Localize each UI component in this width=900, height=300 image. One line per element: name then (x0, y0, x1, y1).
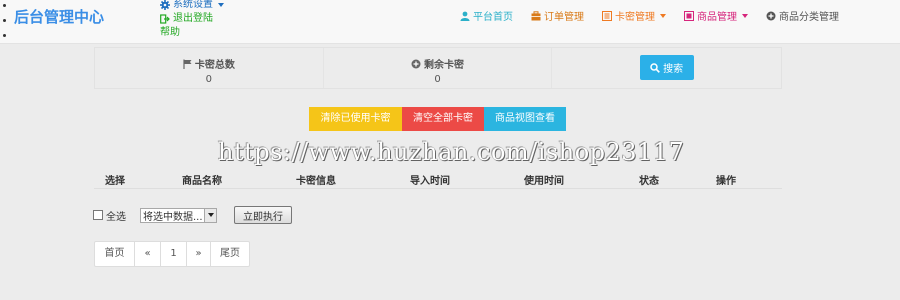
logout-link[interactable]: 退出登陆 (160, 12, 224, 26)
column-header: 使用时间 (524, 176, 564, 187)
nav-item-label: 商品分类管理 (779, 12, 839, 23)
search-button-label: 搜索 (663, 64, 684, 75)
nav-item-label: 订单管理 (544, 12, 584, 23)
plus-circle-icon (766, 11, 776, 21)
user-icon (460, 11, 470, 21)
clear-used-cards-button[interactable]: 清除已使用卡密 (309, 107, 402, 131)
briefcase-icon (531, 10, 541, 21)
top-navbar: 后台管理中心 系统设置 退出登陆 帮助 平台首页 订单管理 卡密管理 商品管理 … (0, 0, 900, 44)
nav-item-categories[interactable]: 商品分类管理 (766, 8, 839, 23)
user-menu: 系统设置 退出登陆 帮助 (160, 0, 224, 40)
product-view-button[interactable]: 商品视图查看 (484, 107, 566, 131)
bulk-actions: 全选 将选中数据... 立即执行 (93, 206, 292, 224)
list-bullets (3, 4, 6, 49)
last-page-link[interactable]: 尾页 (211, 242, 249, 266)
stat-total-label-row: 卡密总数 (95, 56, 323, 71)
prev-page-link[interactable]: « (135, 242, 161, 266)
chevron-down-icon (218, 3, 224, 7)
flag-icon (183, 59, 192, 69)
card-actions: 清除已使用卡密 清空全部卡密 商品视图查看 (309, 107, 566, 131)
select-all-checkbox[interactable] (93, 210, 103, 220)
table-header: 选择 商品名称 卡密信息 导入时间 使用时间 状态 操作 (94, 169, 782, 189)
main-nav: 平台首页 订单管理 卡密管理 商品管理 商品分类管理 (460, 8, 839, 23)
nav-item-label: 平台首页 (473, 12, 513, 23)
stat-search-cell: 搜索 (552, 48, 781, 88)
search-icon (650, 62, 661, 73)
column-header: 商品名称 (182, 176, 222, 187)
watermark-text: https://www.huzhan.com/ishop23117 (218, 138, 685, 166)
stat-remaining-label: 剩余卡密 (424, 60, 464, 71)
column-header: 选择 (105, 176, 125, 187)
nav-item-products[interactable]: 商品管理 (684, 8, 748, 23)
gear-icon (160, 0, 170, 10)
help-label: 帮助 (160, 27, 180, 38)
nav-item-label: 卡密管理 (615, 12, 655, 23)
grid-icon (684, 10, 694, 21)
pagination: 首页 « 1 » 尾页 (94, 241, 250, 267)
clear-all-cards-button[interactable]: 清空全部卡密 (402, 107, 484, 131)
stat-total-value: 0 (205, 74, 213, 85)
chevron-down-icon (742, 13, 748, 18)
column-header: 状态 (639, 176, 659, 187)
stat-remaining-label-row: 剩余卡密 (324, 56, 552, 71)
stat-remaining-cards: 剩余卡密 0 (324, 48, 553, 88)
column-header: 操作 (716, 176, 736, 187)
chevron-down-icon (660, 13, 666, 18)
plus-circle-icon (411, 59, 421, 69)
nav-item-label: 商品管理 (697, 12, 737, 23)
bulk-action-select-value: 将选中数据... (143, 211, 203, 223)
nav-item-home[interactable]: 平台首页 (460, 8, 513, 23)
stat-total-cards: 卡密总数 0 (95, 48, 324, 88)
list-icon (602, 10, 612, 21)
column-header: 导入时间 (410, 176, 450, 187)
system-settings-label: 系统设置 (173, 0, 213, 10)
next-page-link[interactable]: » (187, 242, 211, 266)
search-button[interactable]: 搜索 (639, 55, 694, 80)
system-settings-menu[interactable]: 系统设置 (160, 0, 224, 12)
bulk-action-select[interactable]: 将选中数据... (140, 207, 217, 223)
select-all-label: 全选 (106, 211, 126, 223)
stat-remaining-value: 0 (434, 74, 441, 85)
first-page-link[interactable]: 首页 (95, 242, 135, 266)
page-link-1[interactable]: 1 (161, 242, 187, 266)
stat-total-label: 卡密总数 (194, 60, 235, 71)
sign-out-icon (160, 14, 170, 24)
help-link[interactable]: 帮助 (160, 26, 224, 40)
app-brand[interactable]: 后台管理中心 (14, 6, 104, 27)
stats-panel: 卡密总数 0 剩余卡密 0 搜索 (94, 47, 782, 89)
column-header: 卡密信息 (296, 176, 336, 187)
dropdown-arrow-icon (204, 208, 216, 222)
execute-button[interactable]: 立即执行 (234, 206, 292, 224)
nav-item-orders[interactable]: 订单管理 (531, 8, 584, 23)
logout-label: 退出登陆 (173, 13, 213, 24)
nav-item-cards[interactable]: 卡密管理 (602, 8, 666, 23)
